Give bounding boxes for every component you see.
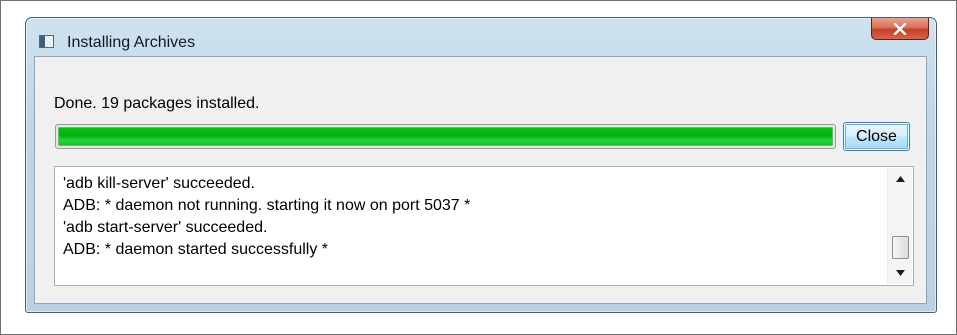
- scroll-thumb[interactable]: [892, 236, 909, 259]
- status-message: Done. 19 packages installed.: [54, 95, 260, 112]
- scroll-down-button[interactable]: [888, 262, 912, 284]
- scroll-up-arrow-icon: [895, 176, 905, 182]
- window-title: Installing Archives: [67, 34, 196, 51]
- log-line: 'adb kill-server' succeeded.: [63, 175, 255, 192]
- scroll-up-button[interactable]: [888, 168, 912, 190]
- dialog-client-area: Done. 19 packages installed. Close 'adb …: [34, 56, 927, 304]
- title-bar[interactable]: Installing Archives: [26, 18, 936, 56]
- close-button[interactable]: Close: [843, 122, 910, 151]
- window-close-button[interactable]: [871, 18, 929, 40]
- installing-archives-window: Installing Archives Done. 19 packages in…: [25, 17, 937, 313]
- log-scrollbar[interactable]: [887, 168, 912, 284]
- install-log[interactable]: 'adb kill-server' succeeded. ADB: * daemo…: [54, 166, 914, 286]
- log-line: ADB: * daemon started successfully *: [63, 241, 329, 258]
- log-line: 'adb start-server' succeeded.: [63, 219, 268, 236]
- log-lines: 'adb kill-server' succeeded. ADB: * daemo…: [63, 173, 470, 261]
- scroll-down-arrow-icon: [895, 270, 905, 276]
- progress-bar-fill: [58, 127, 833, 146]
- log-line: ADB: * daemon not running. starting it n…: [63, 197, 471, 214]
- close-x-icon: [893, 22, 907, 35]
- app-window-icon: [39, 35, 54, 48]
- install-progress-bar: [55, 124, 836, 149]
- page-frame: Installing Archives Done. 19 packages in…: [0, 0, 957, 335]
